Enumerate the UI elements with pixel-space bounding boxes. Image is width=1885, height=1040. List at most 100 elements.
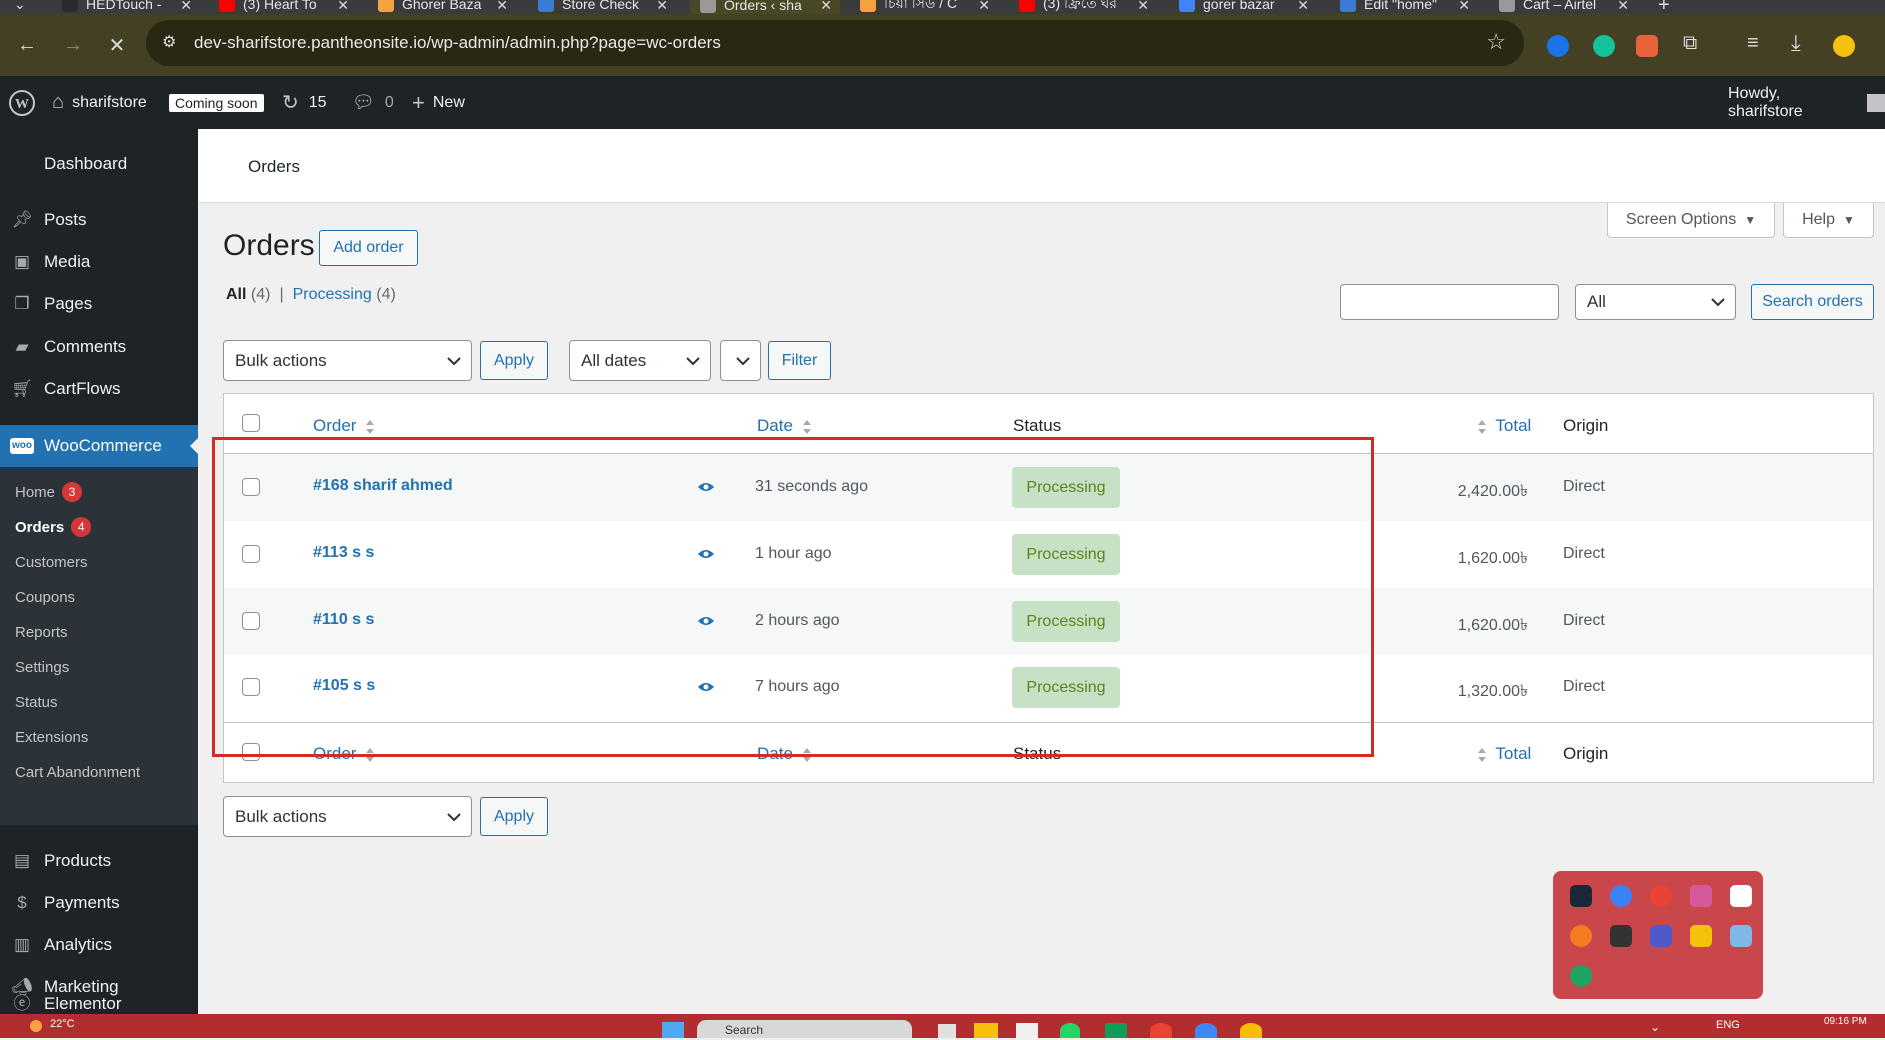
store-icon[interactable] (1016, 1023, 1038, 1038)
clock-time[interactable]: 09:16 PM (1824, 1016, 1867, 1027)
updates-link[interactable]: ↻ 15 (282, 76, 327, 129)
sidebar-item-comments[interactable]: ▰ Comments (0, 326, 198, 368)
file-explorer-icon[interactable] (974, 1023, 998, 1038)
filter-button[interactable]: Filter (768, 341, 831, 380)
search-orders-input[interactable] (1340, 284, 1559, 320)
chrome-profile-icon[interactable] (1195, 1023, 1217, 1038)
browser-tab[interactable]: Ghorer Baza ✕ (378, 0, 508, 14)
new-content-link[interactable]: + New (412, 76, 465, 129)
browser-tab[interactable]: Edit "home" ✕ (1340, 0, 1470, 14)
tab-close-icon[interactable]: ✕ (1458, 0, 1470, 14)
dates-filter-select[interactable]: All dates (569, 340, 711, 381)
sidebar-item-media[interactable]: ▣ Media (0, 241, 198, 283)
column-header-date[interactable]: Date (757, 416, 812, 436)
new-tab-plus-icon[interactable]: + (1658, 0, 1670, 14)
browser-tab[interactable]: gorer bazar ✕ (1179, 0, 1309, 14)
stop-loading-icon[interactable]: ✕ (100, 28, 134, 62)
sidebar-item-cartflows[interactable]: 🛒︎ CartFlows (0, 368, 198, 410)
submenu-item-extensions[interactable]: Extensions (15, 729, 88, 746)
chrome-profile-icon[interactable] (1240, 1023, 1262, 1038)
bookmark-star-icon[interactable]: ☆ (1486, 29, 1506, 55)
chrome-taskbar-icon[interactable] (1150, 1023, 1172, 1038)
comments-link[interactable]: 💬︎ 0 (352, 76, 394, 129)
tab-search-icon[interactable]: ⌄ (14, 0, 26, 13)
tab-close-icon[interactable]: ✕ (1297, 0, 1309, 14)
tab-close-icon[interactable]: ✕ (337, 0, 349, 14)
sidebar-item-payments[interactable]: $ Payments (0, 882, 198, 924)
grammarly-icon[interactable] (1593, 35, 1615, 57)
browser-tab-active[interactable]: Orders ‹ sha ✕ (690, 0, 840, 14)
column-header-order[interactable]: Order (313, 416, 375, 436)
browser-tab[interactable]: (3) ফ্রিতে ঘর ✕ (1019, 0, 1149, 14)
app-tray-icon[interactable] (1570, 965, 1592, 987)
app-tray-icon[interactable] (1570, 925, 1592, 947)
app-tray-icon[interactable] (1610, 925, 1632, 947)
whatsapp-icon[interactable] (1060, 1023, 1080, 1038)
sidebar-item-woocommerce[interactable]: woo WooCommerce (0, 425, 198, 467)
teams-icon[interactable] (1650, 925, 1672, 947)
sidebar-item-pages[interactable]: ❐ Pages (0, 283, 198, 325)
column-footer-total[interactable]: Total (1477, 744, 1531, 764)
back-arrow-icon[interactable]: ← (10, 28, 44, 62)
submenu-item-coupons[interactable]: Coupons (15, 589, 75, 606)
sidebar-item-products[interactable]: ▤ Products (0, 840, 198, 882)
browser-tab[interactable]: (3) Heart To ✕ (219, 0, 349, 14)
select-all-checkbox[interactable] (242, 414, 260, 432)
apply-bulk-button[interactable]: Apply (480, 341, 548, 380)
windows-start-icon[interactable] (662, 1022, 684, 1038)
my-account-link[interactable]: Howdy, sharifstore (1728, 76, 1885, 129)
bulk-actions-select-bottom[interactable]: Bulk actions (223, 796, 472, 837)
bulk-actions-select[interactable]: Bulk actions (223, 340, 472, 381)
app-tray-icon[interactable] (1610, 885, 1632, 907)
url-text[interactable]: dev-sharifstore.pantheonsite.io/wp-admin… (194, 33, 721, 53)
apply-bulk-button-bottom[interactable]: Apply (480, 797, 548, 836)
tray-expand-chevron-icon[interactable]: ⌄ (1650, 1020, 1660, 1034)
tab-close-icon[interactable]: ✕ (978, 0, 990, 14)
browser-tab[interactable]: Cart – Airtel ✕ (1499, 0, 1629, 14)
browser-tab[interactable]: Store Check ✕ (538, 0, 668, 14)
pen-tool-icon[interactable] (1690, 885, 1712, 907)
search-filter-select[interactable]: All (1575, 284, 1736, 320)
app-tray-icon[interactable] (1730, 885, 1752, 907)
language-indicator[interactable]: ENG (1716, 1019, 1740, 1031)
tab-close-icon[interactable]: ✕ (180, 0, 192, 14)
sidebar-item-elementor[interactable]: ⓔ Elementor (0, 992, 198, 1014)
submenu-item-status[interactable]: Status (15, 694, 58, 711)
add-order-button[interactable]: Add order (319, 230, 418, 266)
tab-close-icon[interactable]: ✕ (1137, 0, 1149, 14)
tab-close-icon[interactable]: ✕ (656, 0, 668, 14)
site-name-link[interactable]: ⌂ sharifstore (52, 76, 147, 129)
extensions-puzzle-icon[interactable]: ⧉ (1683, 32, 1697, 55)
sidebar-item-dashboard[interactable]: Dashboard (0, 143, 198, 185)
filter-all-link[interactable]: All (4) (226, 286, 270, 304)
sidebar-item-posts[interactable]: 📌︎ Posts (0, 199, 198, 241)
profile-avatar[interactable] (1833, 35, 1855, 57)
steam-icon[interactable] (1570, 885, 1592, 907)
address-bar[interactable]: ⚙ dev-sharifstore.pantheonsite.io/wp-adm… (146, 20, 1524, 66)
customer-filter-select[interactable] (720, 340, 761, 381)
submenu-item-cart-abandonment[interactable]: Cart Abandonment (15, 764, 140, 781)
submenu-item-orders[interactable]: Orders 4 (15, 517, 92, 537)
task-view-icon[interactable] (938, 1024, 956, 1038)
extension-icon[interactable] (1636, 35, 1658, 57)
browser-tab[interactable]: HEDTouch - ✕ (62, 0, 192, 14)
drive-icon[interactable] (1105, 1023, 1127, 1038)
taskbar-search-box[interactable]: Search (697, 1020, 912, 1038)
tab-close-icon[interactable]: ✕ (496, 0, 508, 14)
weather-icon[interactable] (30, 1020, 42, 1032)
help-button[interactable]: Help ▼ (1783, 203, 1874, 238)
submenu-item-customers[interactable]: Customers (15, 554, 88, 571)
submenu-item-settings[interactable]: Settings (15, 659, 69, 676)
extension-icon[interactable] (1547, 35, 1569, 57)
submenu-item-home[interactable]: Home 3 (15, 482, 83, 502)
column-header-total[interactable]: Total (1477, 416, 1531, 436)
filter-processing-link[interactable]: Processing (4) (293, 286, 396, 304)
media-control-icon[interactable]: ≡ (1747, 32, 1759, 55)
tab-close-icon[interactable]: ✕ (1617, 0, 1629, 14)
coming-soon-badge[interactable]: Coming soon (169, 76, 264, 129)
tab-close-icon[interactable]: ✕ (820, 0, 832, 14)
wordpress-logo-icon[interactable]: W (8, 76, 36, 129)
browser-tab[interactable]: চিয়া সিড / C ✕ (860, 0, 990, 14)
chrome-icon[interactable] (1650, 885, 1672, 907)
submenu-item-reports[interactable]: Reports (15, 624, 68, 641)
